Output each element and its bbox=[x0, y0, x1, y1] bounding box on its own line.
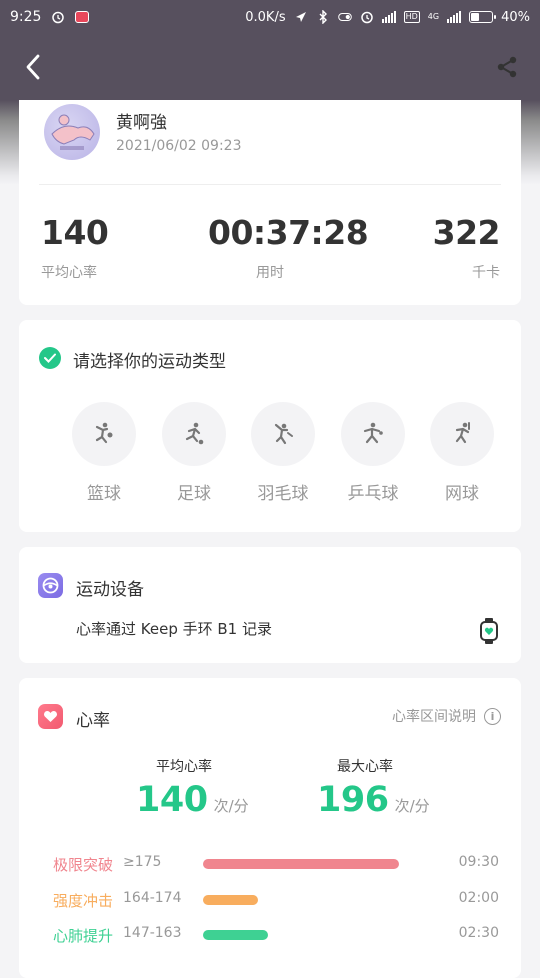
avg-heart-rate-value: 140 bbox=[136, 780, 208, 820]
hd-badge: HD bbox=[403, 11, 420, 23]
location-icon bbox=[294, 10, 308, 24]
battery-fill bbox=[471, 13, 480, 21]
sport-option-tennis[interactable]: 网球 bbox=[430, 402, 494, 504]
signal-icon-2 bbox=[447, 11, 462, 23]
share-icon bbox=[497, 56, 517, 78]
zone-bar bbox=[203, 930, 268, 940]
check-circle-icon bbox=[39, 347, 61, 369]
avatar-image bbox=[51, 114, 95, 150]
tennis-player-icon bbox=[430, 402, 494, 466]
signal-icon bbox=[381, 11, 396, 23]
zone-bar-track bbox=[203, 895, 399, 905]
table-tennis-player-icon bbox=[341, 402, 405, 466]
basketball-player-icon bbox=[72, 402, 136, 466]
heart-icon bbox=[38, 704, 63, 729]
network-speed: 0.0K/s bbox=[245, 9, 286, 25]
avg-heart-rate: 平均心率 140 次/分 bbox=[136, 756, 249, 820]
device-icon bbox=[38, 573, 63, 598]
bluetooth-icon bbox=[316, 10, 330, 24]
max-heart-rate-label: 最大心率 bbox=[337, 759, 393, 775]
stat-calories: 322 千卡 bbox=[432, 213, 501, 282]
stat-avg-heart-rate: 140 平均心率 bbox=[41, 213, 109, 282]
zone-range: ≥175 bbox=[123, 854, 162, 870]
heart-rate-zone-help-link[interactable]: 心率区间说明 i bbox=[392, 706, 501, 726]
nav-bar bbox=[0, 34, 540, 100]
smart-band-icon[interactable] bbox=[479, 617, 499, 649]
badminton-player-icon bbox=[251, 402, 315, 466]
sport-label: 篮球 bbox=[87, 484, 121, 504]
zone-bar bbox=[203, 859, 399, 869]
max-heart-rate-value: 196 bbox=[317, 780, 389, 820]
battery-percent: 40% bbox=[501, 9, 530, 25]
stat-label: 用时 bbox=[256, 265, 284, 281]
avatar[interactable] bbox=[44, 104, 100, 160]
app-notification-icon bbox=[75, 11, 90, 23]
zone-time: 02:00 bbox=[458, 890, 499, 906]
sport-label: 网球 bbox=[445, 484, 479, 504]
football-player-icon bbox=[162, 402, 226, 466]
zone-range: 147-163 bbox=[123, 925, 182, 941]
zone-range: 164-174 bbox=[123, 890, 182, 906]
toggle-icon bbox=[337, 10, 352, 24]
alarm-icon-2 bbox=[360, 10, 374, 24]
zone-bar-track bbox=[203, 930, 399, 940]
help-link-label: 心率区间说明 bbox=[392, 709, 476, 725]
sport-option-football[interactable]: 足球 bbox=[162, 402, 226, 504]
stat-duration: 00:37:28 用时 bbox=[208, 213, 369, 282]
device-card: 运动设备 心率通过 Keep 手环 B1 记录 bbox=[19, 547, 521, 663]
heart-rate-zone-row: 心肺提升 147-163 02:30 bbox=[19, 925, 521, 945]
share-button[interactable] bbox=[492, 52, 522, 82]
stat-value: 322 bbox=[432, 213, 501, 252]
workout-datetime: 2021/06/02 09:23 bbox=[116, 138, 242, 154]
sport-type-card: 请选择你的运动类型 篮球 足球 羽毛球 乒乓球 网球 bbox=[19, 320, 521, 532]
heart-rate-card: 心率 心率区间说明 i 平均心率 140 次/分 最大心率 196 次/分 极限… bbox=[19, 678, 521, 978]
zone-name: 极限突破 bbox=[53, 856, 114, 874]
status-bar: 9:25 0.0K/s HD 4G 40% bbox=[0, 0, 540, 34]
divider bbox=[39, 184, 501, 185]
network-type: 4G bbox=[427, 12, 440, 21]
alarm-icon bbox=[51, 10, 65, 24]
chevron-left-icon bbox=[26, 54, 40, 80]
sport-option-basketball[interactable]: 篮球 bbox=[72, 402, 136, 504]
workout-summary-card: 黄啊強 2021/06/02 09:23 140 平均心率 00:37:28 用… bbox=[19, 100, 521, 305]
user-name: 黄啊強 bbox=[116, 113, 167, 133]
zone-bar bbox=[203, 895, 258, 905]
device-title: 运动设备 bbox=[76, 580, 144, 600]
zone-name: 心肺提升 bbox=[53, 927, 114, 945]
max-heart-rate-unit: 次/分 bbox=[394, 797, 430, 815]
stat-value: 00:37:28 bbox=[208, 213, 369, 252]
sport-type-title: 请选择你的运动类型 bbox=[73, 352, 226, 372]
status-time: 9:25 bbox=[10, 9, 42, 25]
sport-label: 乒乓球 bbox=[347, 484, 399, 504]
avg-heart-rate-label: 平均心率 bbox=[156, 759, 212, 775]
zone-time: 09:30 bbox=[458, 854, 499, 870]
back-button[interactable] bbox=[18, 52, 48, 82]
avg-heart-rate-unit: 次/分 bbox=[213, 797, 249, 815]
zone-name: 强度冲击 bbox=[53, 892, 114, 910]
sport-option-badminton[interactable]: 羽毛球 bbox=[251, 402, 315, 504]
sport-label: 羽毛球 bbox=[257, 484, 309, 504]
stat-label: 千卡 bbox=[472, 265, 500, 281]
device-description: 心率通过 Keep 手环 B1 记录 bbox=[76, 620, 272, 638]
stat-label: 平均心率 bbox=[41, 265, 97, 281]
battery-icon bbox=[469, 11, 497, 23]
sport-label: 足球 bbox=[177, 484, 211, 504]
heart-rate-zone-row: 强度冲击 164-174 02:00 bbox=[19, 890, 521, 910]
info-icon: i bbox=[484, 707, 501, 725]
heart-rate-zone-row: 极限突破 ≥175 09:30 bbox=[19, 854, 521, 874]
sport-option-table-tennis[interactable]: 乒乓球 bbox=[341, 402, 405, 504]
zone-time: 02:30 bbox=[458, 925, 499, 941]
zone-bar-track bbox=[203, 859, 399, 869]
stat-value: 140 bbox=[41, 213, 109, 252]
heart-rate-title: 心率 bbox=[76, 711, 110, 731]
max-heart-rate: 最大心率 196 次/分 bbox=[317, 756, 430, 820]
